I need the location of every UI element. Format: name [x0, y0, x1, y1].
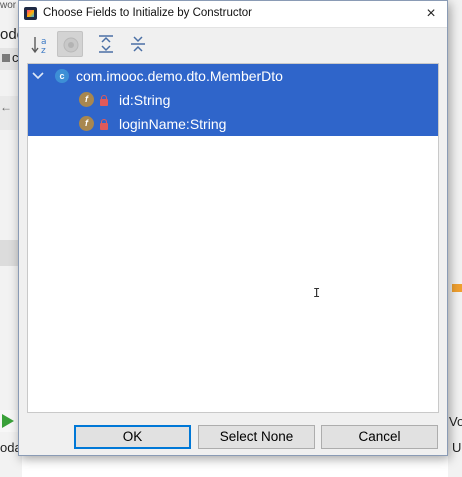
run-icon[interactable]: [1, 414, 15, 428]
cancel-button[interactable]: Cancel: [321, 425, 438, 449]
close-button[interactable]: ×: [421, 4, 441, 24]
ide-text-fragment: wor: [0, 0, 17, 11]
collapse-all-icon: [131, 36, 145, 52]
dialog-title: Choose Fields to Initialize by Construct…: [43, 7, 253, 19]
arrow-left-icon[interactable]: ←: [0, 100, 12, 114]
dialog-toolbar: a z: [27, 31, 439, 59]
sort-az-icon: a z: [31, 37, 47, 56]
ide-text-fragment: Vo: [449, 414, 462, 429]
dialog-titlebar[interactable]: Choose Fields to Initialize by Construct…: [19, 1, 447, 28]
collapse-all-button[interactable]: [125, 31, 151, 57]
lock-icon: [100, 119, 108, 130]
tree-row-class[interactable]: c com.imooc.demo.dto.MemberDto: [28, 64, 438, 88]
field-label: loginName:String: [119, 116, 227, 132]
ok-button[interactable]: OK: [74, 425, 191, 449]
choose-fields-dialog: Choose Fields to Initialize by Construct…: [18, 0, 448, 456]
expand-all-icon: [99, 35, 113, 53]
text-cursor-icon: I: [313, 286, 321, 300]
class-label: com.imooc.demo.dto.MemberDto: [76, 68, 283, 84]
field-icon: f: [79, 92, 94, 107]
field-label: id:String: [119, 92, 171, 108]
ide-background-right: [448, 0, 462, 477]
sort-alphabetically-button[interactable]: a z: [27, 31, 53, 57]
lock-icon: [100, 95, 108, 106]
tree-row-field[interactable]: f id:String: [28, 88, 438, 112]
select-none-button[interactable]: Select None: [198, 425, 315, 449]
ide-marker: [452, 284, 462, 292]
tree-row-field[interactable]: f loginName:String: [28, 112, 438, 136]
intellij-app-icon: [24, 7, 37, 20]
class-icon: c: [55, 69, 69, 83]
expand-all-button[interactable]: [93, 31, 119, 57]
fields-tree[interactable]: c com.imooc.demo.dto.MemberDto f id:Stri…: [27, 63, 439, 413]
chevron-down-icon[interactable]: [32, 71, 44, 81]
show-classes-toggle[interactable]: [57, 31, 83, 57]
sort-letter-z: z: [41, 46, 46, 56]
field-icon: f: [79, 116, 94, 131]
folder-icon: [2, 54, 10, 62]
class-circle-icon: [63, 37, 79, 53]
ide-text-fragment: U: [452, 440, 462, 455]
